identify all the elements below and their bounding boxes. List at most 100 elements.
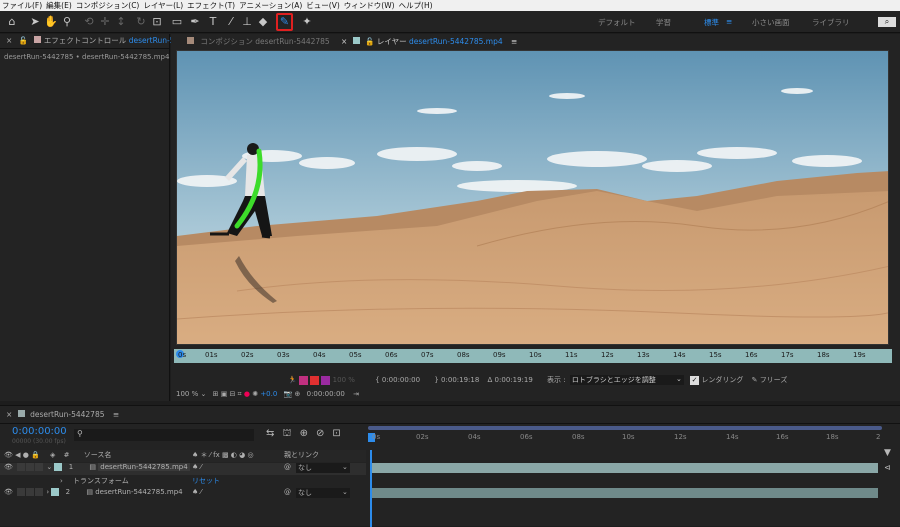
home-icon[interactable]: ⌂ — [5, 15, 19, 29]
col-source[interactable]: ソース名 — [84, 451, 112, 459]
pen-tool-icon[interactable]: ✒ — [188, 15, 202, 29]
parent-pickwhip-icon[interactable]: @ — [284, 488, 291, 496]
timeline-ruler[interactable]: 0s 02s 04s 06s 08s 10s 12s 14s 16s 18s 2 — [368, 433, 882, 445]
clone-stamp-tool-icon[interactable]: ⊥ — [240, 15, 254, 29]
workspace-default[interactable]: デフォルト — [598, 17, 636, 28]
alpha-icon[interactable] — [298, 375, 308, 385]
panel-menu-icon[interactable]: ≡ — [113, 410, 119, 419]
comp-button-icon[interactable]: ▼ — [884, 448, 891, 458]
freeze-button[interactable]: フリーズ — [760, 376, 788, 384]
eye-icon[interactable]: 👁 — [4, 451, 13, 459]
mask-icon[interactable]: ⌗ — [238, 390, 242, 398]
layer-row-2[interactable]: 👁 › 2 ▤ desertRun-5442785.mp4 ♠ ⁄ @ なし ⌄ — [0, 488, 366, 500]
color-icon[interactable]: ● — [244, 390, 250, 398]
tab-composition[interactable]: コンポジション desertRun-5442785 — [187, 35, 330, 49]
workspace-menu-icon[interactable]: ≡ — [726, 17, 732, 26]
close-icon[interactable]: × — [341, 37, 347, 46]
lock-switch[interactable] — [35, 488, 44, 496]
show-snapshot-icon[interactable]: ⊕ — [295, 390, 301, 398]
close-icon[interactable]: × — [6, 36, 12, 45]
dolly-tool-icon[interactable]: ↕ — [114, 15, 128, 29]
rotate-tool-icon[interactable]: ↻ — [134, 15, 148, 29]
visibility-icon[interactable]: 👁 — [4, 488, 13, 496]
audio-icon[interactable]: ◀ — [15, 451, 20, 459]
layer-2-bar[interactable] — [372, 488, 878, 498]
workspace-learn[interactable]: 学習 — [656, 17, 671, 28]
opacity-value[interactable]: 100 % — [333, 376, 355, 384]
freeze-icon[interactable]: ✎ — [752, 376, 758, 384]
chevron-down-icon[interactable]: ⌄ — [342, 488, 348, 496]
parent-pickwhip-icon[interactable]: @ — [284, 463, 291, 471]
menu-layer[interactable]: レイヤー(L) — [143, 0, 183, 11]
layer-search-input[interactable]: ⚲ — [74, 429, 254, 441]
swatch-icon[interactable] — [321, 375, 331, 385]
lock-icon[interactable]: 🔓 — [365, 37, 374, 46]
lock-switch[interactable] — [35, 463, 44, 471]
time-out[interactable]: 0:00:19:18 — [441, 376, 479, 384]
lock-icon[interactable]: 🔓 — [19, 36, 28, 45]
solo-icon[interactable]: ● — [23, 451, 29, 459]
keyframe-nav-icon[interactable]: ⊲ — [884, 463, 891, 472]
label-color[interactable] — [54, 463, 63, 471]
type-tool-icon[interactable]: T — [206, 15, 220, 29]
switches-icons[interactable]: ♠ ＊ ⁄ fx ▩ ◐ ◕ ◎ — [192, 450, 254, 460]
zoom-tool-icon[interactable]: ⚲ — [60, 15, 74, 29]
puppet-tool-icon[interactable]: ✦ — [300, 15, 314, 29]
person-icon[interactable]: 🏃 — [288, 376, 297, 384]
close-icon[interactable]: × — [6, 410, 12, 419]
current-time[interactable]: 0:00:00:00 — [307, 390, 345, 398]
grid-icon[interactable]: ⊟ — [230, 390, 236, 398]
expand-icon[interactable]: › — [60, 477, 63, 485]
eraser-tool-icon[interactable]: ◆ — [256, 15, 270, 29]
timeline-tab[interactable]: × desertRun-5442785 ≡ — [6, 408, 119, 422]
rectangle-tool-icon[interactable]: ▭ — [170, 15, 184, 29]
layer-switches[interactable]: ♠ ⁄ — [192, 488, 202, 496]
orbit-tool-icon[interactable]: ⟲ — [82, 15, 96, 29]
menu-edit[interactable]: 編集(E) — [46, 0, 72, 11]
pan-tool-icon[interactable]: ✛ — [98, 15, 112, 29]
panel-menu-icon[interactable]: ≡ — [511, 37, 517, 46]
hand-tool-icon[interactable]: ✋ — [44, 15, 58, 29]
snapshot-icon[interactable]: 📷 — [284, 390, 293, 398]
effect-controls-tab[interactable]: × 🔓 エフェクトコントロール desertRun-5 — [6, 34, 174, 48]
search-help-icon[interactable]: ⌕ — [878, 17, 896, 27]
workspace-library[interactable]: ライブラリ — [812, 17, 850, 28]
expand-icon[interactable]: › — [46, 488, 49, 496]
layer-name[interactable]: desertRun-5442785.mp4 — [95, 488, 182, 496]
workspace-standard[interactable]: 標準 — [704, 17, 719, 28]
menu-view[interactable]: ビュー(V) — [306, 0, 339, 11]
menu-effect[interactable]: エフェクト(T) — [187, 0, 235, 11]
time-in[interactable]: 0:00:00:00 — [382, 376, 420, 384]
workspace-small[interactable]: 小さい画面 — [752, 17, 790, 28]
label-color[interactable] — [51, 488, 60, 496]
work-area-bar[interactable] — [368, 426, 882, 430]
layer-switches[interactable]: ♠ ⁄ — [192, 463, 202, 471]
menu-window[interactable]: ウィンドウ(W) — [344, 0, 395, 11]
solo-switch[interactable] — [26, 488, 35, 496]
overlay-icon[interactable] — [310, 375, 320, 385]
roto-brush-tool-icon[interactable]: ✎ — [276, 13, 293, 31]
exposure-icon[interactable]: ✺ — [252, 390, 258, 398]
menu-animation[interactable]: アニメーション(A) — [239, 0, 302, 11]
transform-row[interactable]: › トランスフォーム リセット — [0, 476, 366, 488]
reset-link[interactable]: リセット — [192, 476, 220, 486]
timeline-switch-icons[interactable]: ⇆⛫⊕⊘⊡ — [266, 428, 349, 441]
menu-help[interactable]: ヘルプ(H) — [399, 0, 433, 11]
display-select[interactable]: ロトブラシとエッジを調整 ⌄ — [569, 375, 684, 385]
menu-composition[interactable]: コンポジション(C) — [76, 0, 140, 11]
layer-viewer[interactable] — [176, 50, 889, 345]
label-icon[interactable]: ◈ — [50, 451, 55, 459]
layer-row-1[interactable]: 👁 ⌄ 1 ▤ desertRun-5442785.mp4 ♠ ⁄ @ なし ⌄ — [0, 463, 366, 475]
fit-icon[interactable]: ⊞ — [213, 390, 219, 398]
chevron-down-icon[interactable]: ⌄ — [342, 463, 348, 471]
expand-icon[interactable]: ⌄ — [46, 463, 52, 471]
selection-tool-icon[interactable]: ➤ — [28, 15, 42, 29]
out-marker-icon[interactable]: } — [434, 376, 438, 384]
chevron-down-icon[interactable]: ⌄ — [200, 390, 206, 398]
exposure-value[interactable]: +0.0 — [260, 390, 277, 398]
render-checkbox[interactable]: ✓ — [690, 376, 700, 385]
visibility-icon[interactable]: 👁 — [4, 463, 13, 471]
anchor-tool-icon[interactable]: ⊡ — [150, 15, 164, 29]
zoom-select[interactable]: 100 % — [176, 390, 198, 398]
layer-1-bar[interactable] — [372, 463, 878, 473]
